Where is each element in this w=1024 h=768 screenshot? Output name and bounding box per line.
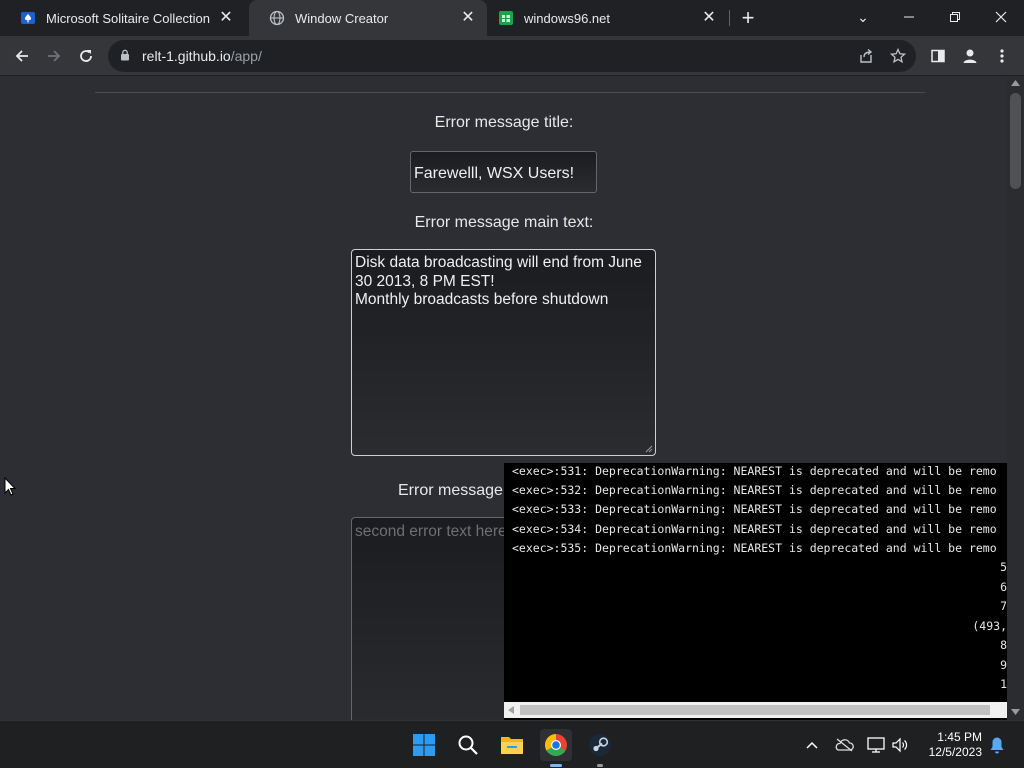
terminal-fragment: (493,	[972, 619, 1007, 633]
second-text-label: Error message s	[398, 482, 516, 499]
url-text: relt-1.github.io/app/	[142, 48, 262, 64]
terminal-line: <exec>:533: DeprecationWarning: NEAREST …	[512, 502, 997, 516]
back-icon[interactable]	[10, 44, 34, 68]
terminal-line: <exec>:534: DeprecationWarning: NEAREST …	[512, 522, 997, 536]
steam-icon[interactable]	[584, 729, 616, 767]
address-bar[interactable]: relt-1.github.io/app/	[108, 40, 916, 72]
terminal-fragment: 1	[1000, 677, 1007, 691]
terminal-horizontal-scrollbar[interactable]	[504, 702, 1007, 718]
reload-icon[interactable]	[74, 44, 98, 68]
terminal-fragment: 8	[1000, 638, 1007, 652]
terminal-line: <exec>:531: DeprecationWarning: NEAREST …	[512, 464, 997, 478]
side-panel-icon[interactable]	[926, 44, 950, 68]
tab-windows96[interactable]: windows96.net ✕	[488, 0, 728, 36]
browser-toolbar: relt-1.github.io/app/	[0, 36, 1024, 76]
main-text-label: Error message main text:	[414, 214, 594, 231]
main-text-textarea[interactable]: Disk data broadcasting will end from Jun…	[351, 249, 656, 456]
clock-date: 12/5/2023	[928, 745, 982, 759]
solitaire-icon	[20, 10, 36, 26]
onedrive-offline-icon[interactable]	[830, 729, 858, 761]
terminal-fragment: 6	[1000, 580, 1007, 594]
scroll-left-icon[interactable]	[508, 706, 514, 714]
main-text-line: Disk data broadcasting will end from Jun…	[355, 254, 642, 271]
bookmark-star-icon[interactable]	[886, 44, 910, 68]
share-icon[interactable]	[854, 44, 878, 68]
system-clock[interactable]: 1:45 PM 12/5/2023	[929, 730, 982, 760]
url-path: /app/	[230, 48, 262, 64]
forward-icon[interactable]	[42, 44, 66, 68]
resize-handle-icon[interactable]	[645, 445, 653, 453]
close-tab-icon[interactable]: ✕	[700, 9, 718, 27]
windows-start-icon[interactable]	[408, 729, 440, 761]
running-app-indicator	[597, 764, 603, 767]
title-input[interactable]: Farewelll, WSX Users!	[410, 151, 597, 193]
tab-separator	[729, 10, 730, 26]
tab-window-creator[interactable]: Window Creator ✕	[249, 0, 487, 36]
chevron-up-icon[interactable]	[798, 729, 826, 761]
close-tab-icon[interactable]: ✕	[459, 9, 477, 27]
terminal-window[interactable]: <exec>:531: DeprecationWarning: NEAREST …	[504, 463, 1007, 720]
terminal-line: <exec>:532: DeprecationWarning: NEAREST …	[512, 483, 997, 497]
terminal-line: <exec>:535: DeprecationWarning: NEAREST …	[512, 541, 997, 555]
close-window-icon[interactable]	[989, 5, 1013, 29]
chrome-icon[interactable]	[540, 729, 572, 767]
file-explorer-icon[interactable]	[496, 729, 528, 761]
tab-solitaire[interactable]: Microsoft Solitaire Collection ✕	[0, 0, 245, 36]
terminal-fragment: 7	[1000, 599, 1007, 613]
url-host: relt-1.github.io	[142, 48, 231, 64]
main-text-line: Monthly broadcasts before shutdown	[355, 291, 609, 308]
tab-title: Window Creator	[295, 10, 389, 26]
terminal-fragment: 5	[1000, 560, 1007, 574]
notification-bell-icon[interactable]	[984, 729, 1010, 761]
tab-strip: Microsoft Solitaire Collection ✕ Window …	[0, 0, 1024, 36]
lock-icon	[121, 49, 129, 61]
clock-time: 1:45 PM	[937, 730, 982, 744]
search-icon[interactable]	[452, 729, 484, 761]
active-app-indicator	[550, 764, 562, 767]
globe-icon	[269, 10, 285, 26]
scroll-down-icon[interactable]	[1011, 709, 1020, 715]
taskbar: 1:45 PM 12/5/2023	[0, 720, 1024, 768]
windows96-icon	[498, 10, 514, 26]
terminal-scrollbar-thumb[interactable]	[520, 705, 990, 715]
tab-title: Microsoft Solitaire Collection	[46, 10, 211, 26]
restore-icon[interactable]	[943, 5, 967, 29]
divider	[95, 92, 925, 93]
main-text-line: 30 2013, 8 PM EST!	[355, 272, 495, 290]
page-scrollbar[interactable]	[1007, 77, 1024, 720]
tab-search-icon[interactable]: ⌄	[851, 5, 875, 29]
scrollbar-thumb[interactable]	[1010, 93, 1021, 189]
tab-title: windows96.net	[524, 10, 610, 26]
close-tab-icon[interactable]: ✕	[217, 9, 235, 27]
menu-kebab-icon[interactable]	[990, 44, 1014, 68]
scroll-up-icon[interactable]	[1011, 80, 1020, 86]
mouse-cursor-icon	[4, 477, 16, 496]
profile-icon[interactable]	[958, 44, 982, 68]
minimize-icon[interactable]	[897, 5, 921, 29]
new-tab-icon[interactable]: +	[736, 5, 760, 30]
title-label: Error message title:	[434, 114, 574, 131]
terminal-fragment: 9	[1000, 658, 1007, 672]
volume-icon[interactable]	[886, 729, 914, 761]
